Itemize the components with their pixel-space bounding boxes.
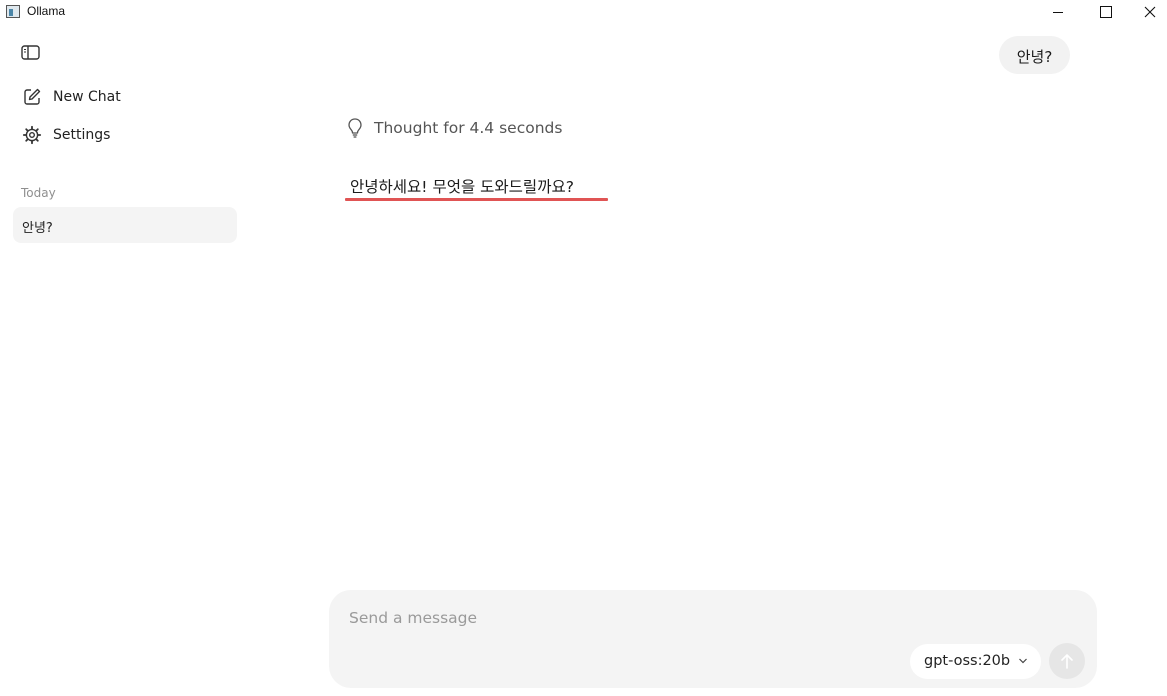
close-button[interactable] bbox=[1127, 0, 1167, 24]
sidebar-toggle-icon bbox=[21, 45, 40, 60]
user-message-bubble: 안녕? bbox=[999, 36, 1070, 74]
thought-label: Thought for 4.4 seconds bbox=[374, 119, 563, 137]
app-icon bbox=[6, 5, 20, 18]
model-selector-label: gpt-oss:20b bbox=[924, 653, 1011, 669]
section-label-today: Today bbox=[21, 186, 56, 200]
settings-label: Settings bbox=[53, 127, 111, 143]
gear-icon bbox=[22, 125, 42, 145]
assistant-message-text: 안녕하세요! 무엇을 도와드릴까요? bbox=[350, 178, 574, 196]
settings-button[interactable]: Settings bbox=[20, 123, 220, 149]
highlight-underline bbox=[345, 198, 608, 201]
title-bar: Ollama bbox=[0, 0, 1167, 24]
new-chat-label: New Chat bbox=[53, 89, 121, 105]
send-button[interactable] bbox=[1049, 643, 1085, 679]
thought-toggle[interactable]: Thought for 4.4 seconds bbox=[346, 116, 606, 140]
message-composer: gpt-oss:20b bbox=[329, 590, 1097, 688]
maximize-button[interactable] bbox=[1082, 0, 1128, 24]
new-chat-button[interactable]: New Chat bbox=[20, 85, 220, 111]
edit-icon bbox=[24, 88, 41, 105]
chevron-down-icon bbox=[1019, 658, 1027, 664]
minimize-button[interactable] bbox=[1036, 0, 1082, 24]
window-title: Ollama bbox=[27, 4, 66, 18]
chat-history-label: 안녕? bbox=[22, 221, 53, 236]
sidebar-toggle-button[interactable] bbox=[20, 43, 42, 63]
message-input[interactable] bbox=[349, 606, 909, 630]
close-icon bbox=[1144, 6, 1156, 18]
lightbulb-icon bbox=[348, 118, 362, 138]
arrow-up-icon bbox=[1061, 654, 1073, 669]
app-window: Ollama New Chat Settings Today 안녕? 안녕? T… bbox=[0, 0, 1167, 696]
chat-history-item[interactable]: 안녕? bbox=[13, 207, 237, 243]
model-selector[interactable]: gpt-oss:20b bbox=[910, 644, 1041, 679]
user-message-text: 안녕? bbox=[1016, 48, 1053, 66]
